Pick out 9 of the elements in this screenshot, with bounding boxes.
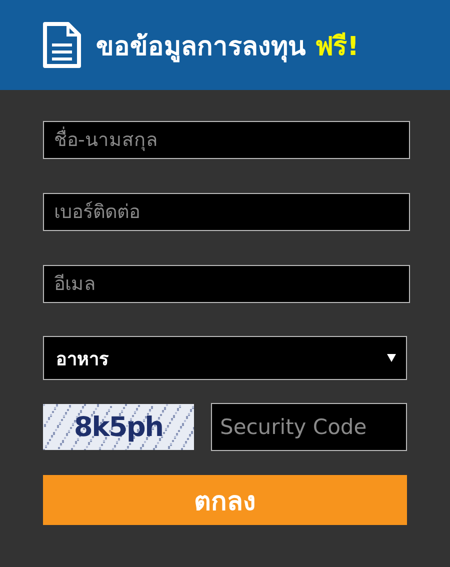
security-code-field[interactable]: Security Code (211, 403, 407, 451)
caret-icon (387, 354, 396, 362)
document-icon (42, 21, 82, 69)
page-title: ขอข้อมูลการลงทุน ฟรี! (96, 30, 359, 64)
category-select[interactable]: อาหาร (43, 336, 407, 380)
text-field[interactable]: ชื่อ-นามสกุล (43, 121, 410, 159)
captcha-image: 8k5ph (43, 404, 194, 450)
text-field[interactable]: เบอร์ติดต่อ (43, 193, 410, 231)
text-field[interactable]: อีเมล (43, 265, 410, 303)
